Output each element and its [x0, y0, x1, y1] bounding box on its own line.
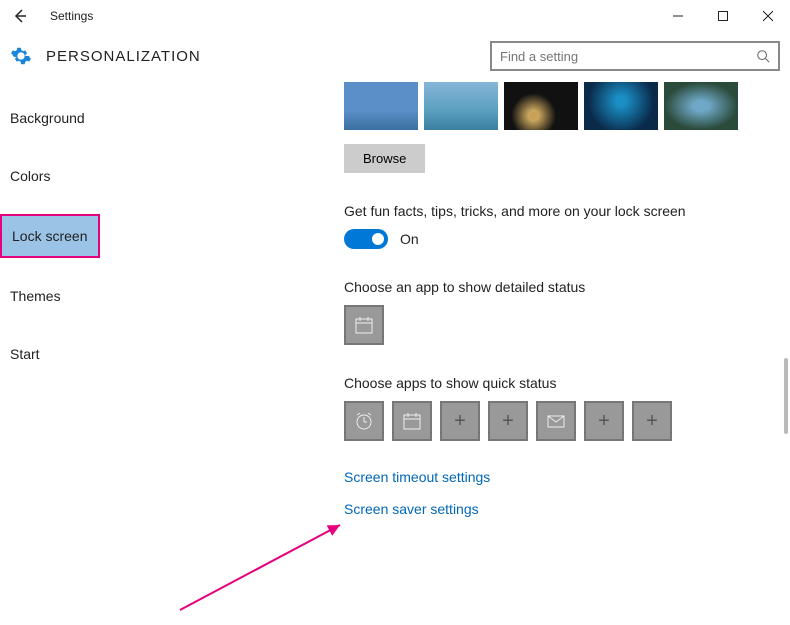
background-thumbnails — [344, 82, 790, 130]
plus-icon: + — [646, 410, 658, 433]
quick-status-slot-alarm[interactable] — [344, 401, 384, 441]
link-screen-timeout[interactable]: Screen timeout settings — [344, 469, 790, 485]
search-input[interactable] — [500, 49, 750, 64]
quick-status-slot-add[interactable]: + — [632, 401, 672, 441]
titlebar: Settings — [0, 0, 790, 32]
link-screen-saver[interactable]: Screen saver settings — [344, 501, 790, 517]
mail-icon — [546, 411, 566, 431]
window-controls — [655, 1, 790, 31]
sidebar-item-colors[interactable]: Colors — [0, 156, 322, 196]
plus-icon: + — [502, 410, 514, 433]
arrow-left-icon — [12, 8, 28, 24]
thumbnail[interactable] — [344, 82, 418, 130]
maximize-icon — [718, 11, 728, 21]
calendar-icon — [354, 315, 374, 335]
close-button[interactable] — [745, 1, 790, 31]
alarm-icon — [354, 411, 374, 431]
detailed-status-app-slot[interactable] — [344, 305, 384, 345]
category-title: PERSONALIZATION — [46, 48, 201, 65]
quick-status-label: Choose apps to show quick status — [344, 375, 790, 391]
sidebar-item-themes[interactable]: Themes — [0, 276, 322, 316]
back-button[interactable] — [8, 4, 32, 28]
fun-facts-toggle[interactable] — [344, 229, 388, 249]
minimize-button[interactable] — [655, 1, 700, 31]
thumbnail[interactable] — [424, 82, 498, 130]
thumbnail[interactable] — [504, 82, 578, 130]
plus-icon: + — [598, 410, 610, 433]
sidebar-item-start[interactable]: Start — [0, 334, 322, 374]
sidebar: Background Colors Lock screen Themes Sta… — [0, 80, 322, 625]
quick-status-slot-add[interactable]: + — [584, 401, 624, 441]
fun-facts-label: Get fun facts, tips, tricks, and more on… — [344, 203, 790, 219]
thumbnail[interactable] — [664, 82, 738, 130]
sidebar-item-background[interactable]: Background — [0, 98, 322, 138]
close-icon — [763, 11, 773, 21]
search-icon — [756, 49, 770, 63]
thumbnail[interactable] — [584, 82, 658, 130]
quick-status-slot-mail[interactable] — [536, 401, 576, 441]
content-pane: Browse Get fun facts, tips, tricks, and … — [322, 80, 790, 625]
fun-facts-state: On — [400, 231, 419, 247]
plus-icon: + — [454, 410, 466, 433]
header: PERSONALIZATION — [0, 32, 790, 80]
quick-status-slot-add[interactable]: + — [488, 401, 528, 441]
browse-button[interactable]: Browse — [344, 144, 425, 173]
quick-status-slot-add[interactable]: + — [440, 401, 480, 441]
maximize-button[interactable] — [700, 1, 745, 31]
vertical-scrollbar[interactable] — [784, 358, 788, 434]
gear-icon — [10, 45, 32, 67]
minimize-icon — [673, 11, 683, 21]
detailed-status-label: Choose an app to show detailed status — [344, 279, 790, 295]
search-box[interactable] — [490, 41, 780, 71]
calendar-icon — [402, 411, 422, 431]
window-title: Settings — [50, 9, 93, 23]
sidebar-item-lock-screen[interactable]: Lock screen — [0, 214, 100, 258]
quick-status-slot-calendar[interactable] — [392, 401, 432, 441]
